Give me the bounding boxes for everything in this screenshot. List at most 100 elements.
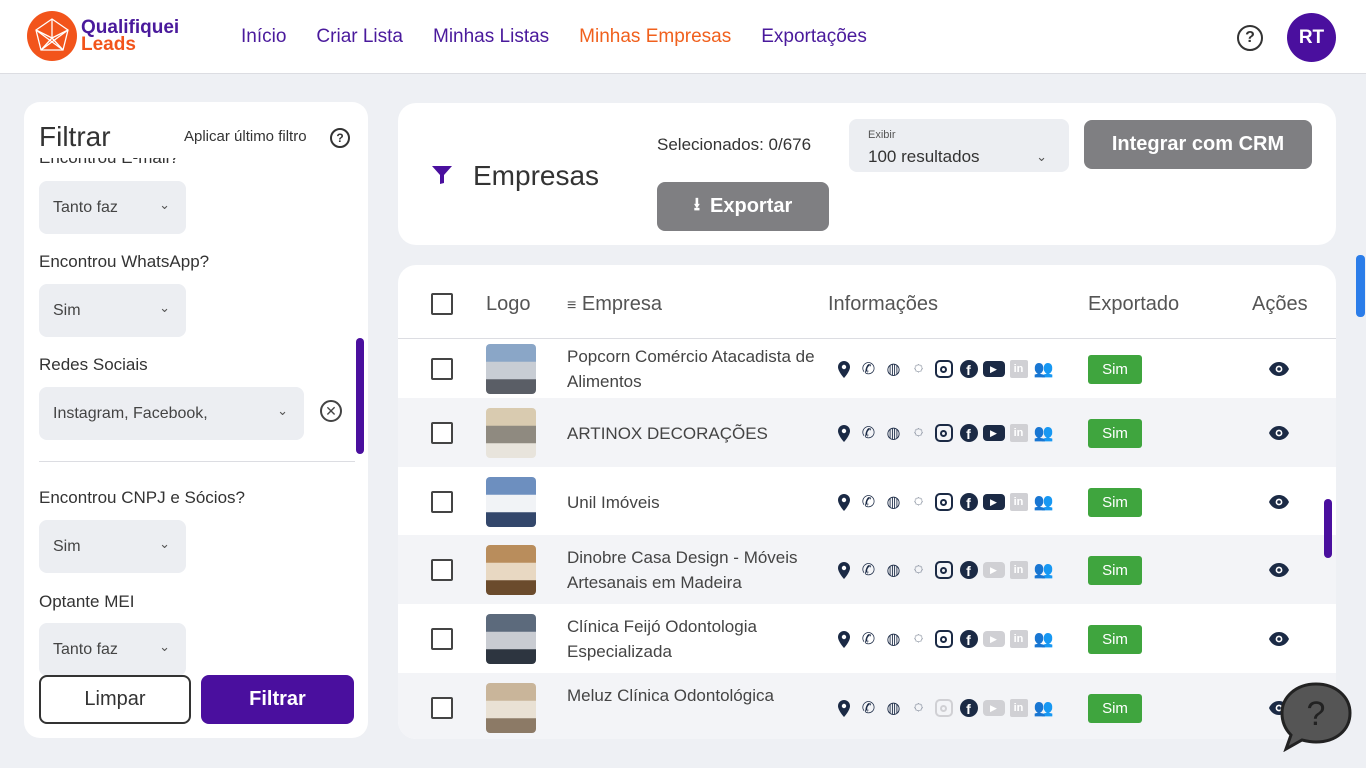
app-logo[interactable]: Qualifiquei Leads (27, 11, 179, 61)
table-row[interactable]: ARTINOX DECORAÇÕES ✆ ◍ ◌ f ▶ in 👥 Sim (398, 398, 1336, 467)
phone-icon[interactable]: ✆ (856, 628, 881, 650)
page-scrollbar[interactable] (1356, 255, 1365, 317)
email-filter-select[interactable]: Tanto faz ⌄ (39, 181, 186, 234)
row-checkbox[interactable] (431, 559, 453, 581)
company-name: ARTINOX DECORAÇÕES (567, 424, 768, 443)
instagram-icon[interactable] (931, 358, 956, 380)
view-eye-icon[interactable] (1268, 628, 1290, 650)
row-checkbox[interactable] (431, 628, 453, 650)
facebook-icon[interactable]: f (956, 358, 981, 380)
user-avatar[interactable]: RT (1287, 13, 1336, 62)
table-scrollbar[interactable] (1324, 499, 1332, 558)
location-icon[interactable] (831, 358, 856, 380)
whatsapp-icon[interactable]: ◌ (906, 358, 931, 380)
facebook-icon[interactable]: f (956, 559, 981, 581)
social-filter-select[interactable]: Instagram, Facebook, ⌄ (39, 387, 304, 440)
nav-inicio[interactable]: Início (241, 26, 286, 48)
apply-last-help-icon[interactable]: ? (330, 128, 350, 148)
facebook-icon[interactable]: f (956, 697, 981, 719)
partners-icon[interactable]: 👥 (1031, 491, 1056, 513)
website-icon[interactable]: ◍ (881, 628, 906, 650)
partners-icon[interactable]: 👥 (1031, 559, 1056, 581)
help-chat-bubble[interactable]: ? (1278, 680, 1354, 753)
company-logo-image (486, 477, 536, 527)
row-checkbox[interactable] (431, 422, 453, 444)
export-button[interactable]: ⭳ Exportar (657, 182, 829, 231)
youtube-icon[interactable]: ▶ (981, 491, 1006, 513)
phone-icon[interactable]: ✆ (856, 697, 881, 719)
phone-icon[interactable]: ✆ (856, 422, 881, 444)
mei-filter-select[interactable]: Tanto faz ⌄ (39, 623, 186, 676)
website-icon[interactable]: ◍ (881, 697, 906, 719)
table-row[interactable]: Unil Imóveis ✆ ◍ ◌ f ▶ in 👥 Sim (398, 467, 1336, 536)
nav-exportacoes[interactable]: Exportações (761, 26, 867, 48)
table-row[interactable]: Popcorn Comércio Atacadista de Alimentos… (398, 339, 1336, 398)
linkedin-icon[interactable]: in (1006, 628, 1031, 650)
column-header-empresa[interactable]: ≡ Empresa (567, 293, 662, 316)
whatsapp-icon[interactable]: ◌ (906, 491, 931, 513)
whatsapp-icon[interactable]: ◌ (906, 559, 931, 581)
partners-icon[interactable]: 👥 (1031, 422, 1056, 444)
integrate-crm-button[interactable]: Integrar com CRM (1084, 120, 1312, 169)
linkedin-icon[interactable]: in (1006, 491, 1031, 513)
instagram-icon[interactable] (931, 628, 956, 650)
nav-minhas-empresas[interactable]: Minhas Empresas (579, 26, 731, 48)
whatsapp-filter-select[interactable]: Sim ⌄ (39, 284, 186, 337)
facebook-icon[interactable]: f (956, 422, 981, 444)
youtube-icon[interactable]: ▶ (981, 422, 1006, 444)
linkedin-icon[interactable]: in (1006, 559, 1031, 581)
row-checkbox[interactable] (431, 491, 453, 513)
location-icon[interactable] (831, 697, 856, 719)
linkedin-icon[interactable]: in (1006, 358, 1031, 380)
apply-last-filter-link[interactable]: Aplicar último filtro (184, 128, 307, 145)
linkedin-icon[interactable]: in (1006, 697, 1031, 719)
instagram-icon[interactable] (931, 491, 956, 513)
results-per-page-select[interactable]: Exibir 100 resultados ⌄ (849, 119, 1069, 172)
view-eye-icon[interactable] (1268, 559, 1290, 581)
website-icon[interactable]: ◍ (881, 358, 906, 380)
location-icon[interactable] (831, 491, 856, 513)
facebook-icon[interactable]: f (956, 628, 981, 650)
partners-icon[interactable]: 👥 (1031, 697, 1056, 719)
whatsapp-icon[interactable]: ◌ (906, 697, 931, 719)
nav-criar-lista[interactable]: Criar Lista (316, 26, 403, 48)
website-icon[interactable]: ◍ (881, 422, 906, 444)
whatsapp-icon[interactable]: ◌ (906, 628, 931, 650)
filter-scrollbar[interactable] (356, 338, 364, 454)
phone-icon[interactable]: ✆ (856, 491, 881, 513)
row-checkbox[interactable] (431, 697, 453, 719)
youtube-icon[interactable]: ▶ (981, 628, 1006, 650)
help-icon[interactable]: ? (1237, 25, 1263, 51)
select-all-checkbox[interactable] (431, 293, 453, 315)
youtube-icon[interactable]: ▶ (981, 358, 1006, 380)
location-icon[interactable] (831, 422, 856, 444)
youtube-icon[interactable]: ▶ (981, 559, 1006, 581)
instagram-icon[interactable] (931, 422, 956, 444)
facebook-icon[interactable]: f (956, 491, 981, 513)
nav-minhas-listas[interactable]: Minhas Listas (433, 26, 549, 48)
location-icon[interactable] (831, 628, 856, 650)
website-icon[interactable]: ◍ (881, 491, 906, 513)
website-icon[interactable]: ◍ (881, 559, 906, 581)
view-eye-icon[interactable] (1268, 422, 1290, 444)
clear-selection-icon[interactable]: ✕ (320, 400, 342, 422)
location-icon[interactable] (831, 559, 856, 581)
table-row[interactable]: Meluz Clínica Odontológica ✆ ◍ ◌ f ▶ in 👥 Sim (398, 673, 1336, 739)
table-row[interactable]: Dinobre Casa Design - Móveis Artesanais … (398, 535, 1336, 604)
filter-button[interactable]: Filtrar (201, 675, 354, 724)
row-checkbox[interactable] (431, 358, 453, 380)
phone-icon[interactable]: ✆ (856, 559, 881, 581)
view-eye-icon[interactable] (1268, 491, 1290, 513)
clear-button[interactable]: Limpar (39, 675, 191, 724)
partners-icon[interactable]: 👥 (1031, 628, 1056, 650)
phone-icon[interactable]: ✆ (856, 358, 881, 380)
partners-icon[interactable]: 👥 (1031, 358, 1056, 380)
whatsapp-icon[interactable]: ◌ (906, 422, 931, 444)
table-row[interactable]: Clínica Feijó Odontologia Especializada ✆… (398, 604, 1336, 673)
cnpj-filter-select[interactable]: Sim ⌄ (39, 520, 186, 573)
view-eye-icon[interactable] (1268, 358, 1290, 380)
linkedin-icon[interactable]: in (1006, 422, 1031, 444)
instagram-icon[interactable] (931, 697, 956, 719)
instagram-icon[interactable] (931, 559, 956, 581)
youtube-icon[interactable]: ▶ (981, 697, 1006, 719)
